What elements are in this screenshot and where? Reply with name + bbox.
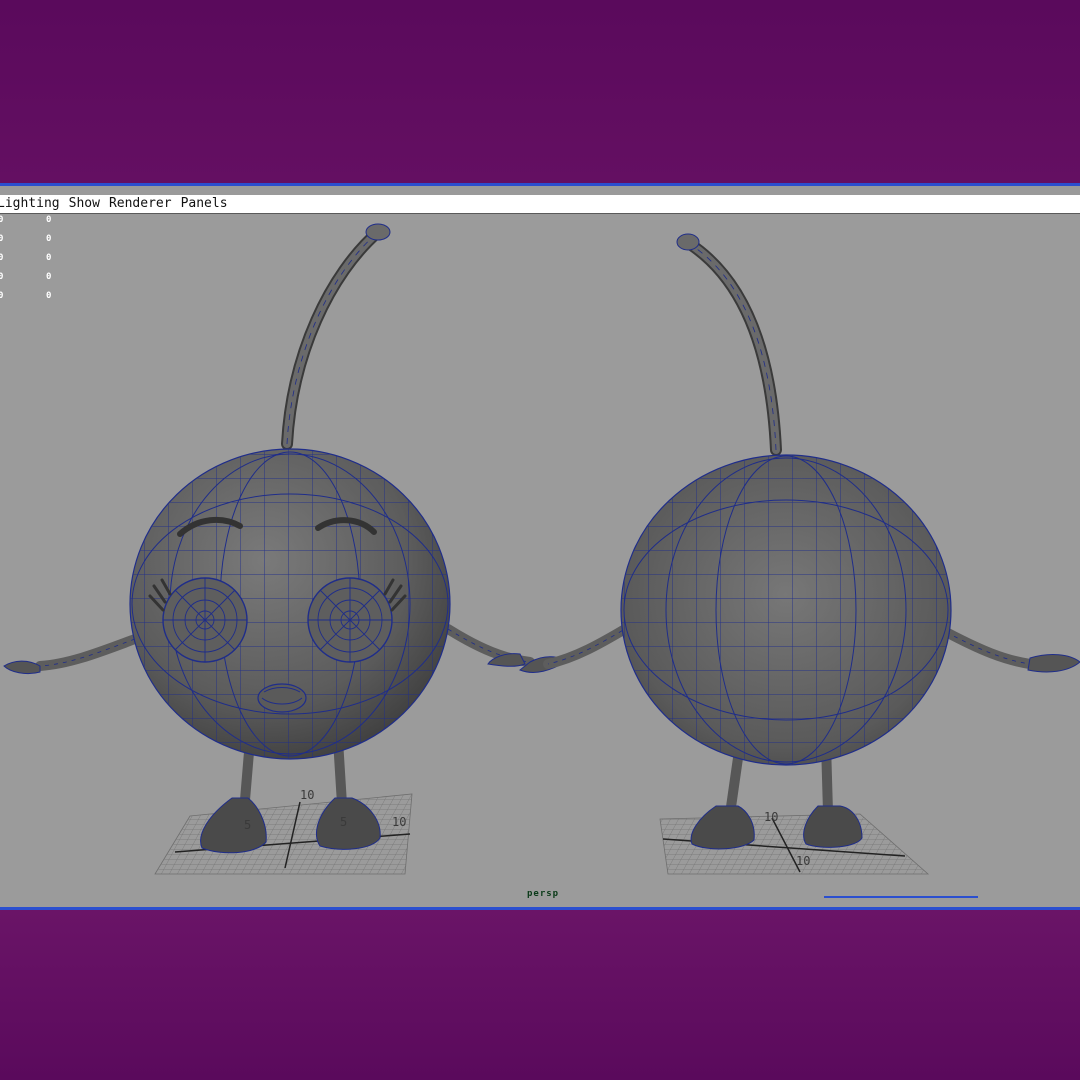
camera-label: persp	[527, 889, 560, 899]
hud-readout: 00 00 00 00 00	[0, 213, 70, 308]
grid-label-right-2: 10	[796, 854, 810, 868]
menu-lighting[interactable]: Lighting	[0, 196, 60, 212]
viewport-scene: 10 5 5 10 10 10	[3, 223, 1080, 875]
hud-row: 00	[0, 272, 52, 282]
grid-label-left-2: 5	[244, 818, 251, 832]
maya-window: Lighting Show Renderer Panels 10 5 5 10 …	[0, 183, 1080, 910]
grid-label-left-3: 5	[340, 815, 347, 829]
grid-label-left-4: 10	[392, 815, 406, 829]
menu-panels[interactable]: Panels	[181, 196, 228, 212]
menu-show[interactable]: Show	[69, 196, 100, 212]
panel-menu-bar: Lighting Show Renderer Panels	[0, 195, 1080, 214]
cherry-character-front[interactable]	[3, 223, 566, 854]
hud-row: 00	[0, 291, 52, 301]
background-band-bottom	[0, 910, 1080, 1080]
timeline-indicator	[824, 896, 978, 898]
background-band-top	[0, 0, 1080, 183]
grid-label-right-1: 10	[764, 810, 778, 824]
perspective-viewport[interactable]: 10 5 5 10 10 10	[0, 214, 1080, 907]
hud-row: 00	[0, 234, 52, 244]
hud-row: 00	[0, 215, 52, 225]
menu-renderer[interactable]: Renderer	[109, 196, 172, 212]
grid-label-left-1: 10	[300, 788, 314, 802]
hud-row: 00	[0, 253, 52, 263]
cherry-character-back[interactable]	[543, 233, 1080, 850]
